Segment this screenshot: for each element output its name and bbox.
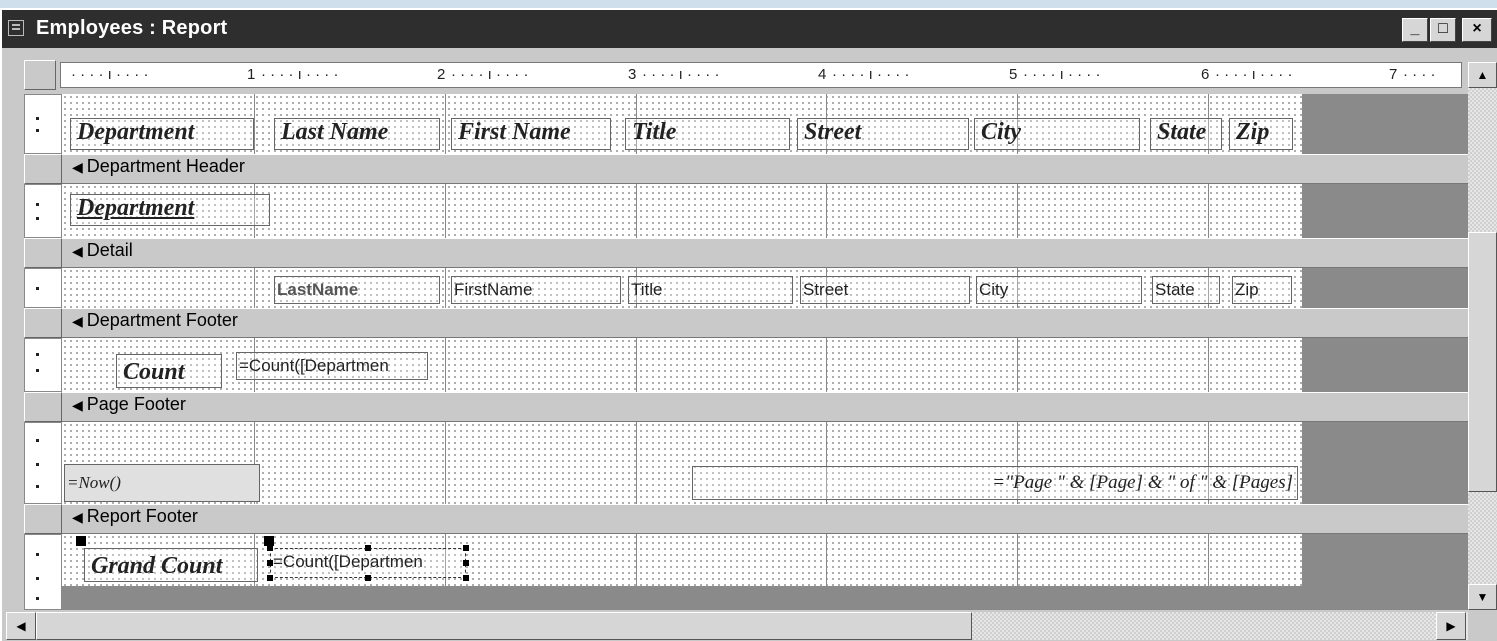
close-button[interactable]: × [1462, 18, 1492, 42]
textbox-grand-count-expression[interactable]: =Count([Departmen [270, 548, 466, 578]
ruler-mark-6: 6 [1201, 66, 1210, 83]
department-footer-section[interactable]: Count =Count([Departmen [62, 338, 1468, 392]
resize-handle-icon[interactable] [267, 575, 273, 581]
ruler-mark-3: 3 [628, 66, 637, 83]
band-label: Report Footer [86, 506, 198, 526]
label-first-name[interactable]: First Name [451, 118, 611, 150]
field-city[interactable]: City [976, 276, 1142, 304]
band-label: Department Footer [86, 310, 238, 330]
label-department[interactable]: Department [70, 118, 254, 150]
label-count[interactable]: Count [116, 354, 222, 388]
label-state[interactable]: State [1150, 118, 1222, 150]
band-report-footer[interactable]: ◀ Report Footer [62, 504, 1468, 534]
resize-handle-icon[interactable] [463, 575, 469, 581]
page-header-section[interactable]: Department Last Name First Name Title St… [62, 94, 1468, 154]
ruler-mark-4: 4 [818, 66, 827, 83]
resize-handle-icon[interactable] [463, 560, 469, 566]
field-state[interactable]: State [1152, 276, 1220, 304]
page-footer-section[interactable]: =Now() ="Page " & [Page] & " of " & [Pag… [62, 422, 1468, 504]
vruler-dept-footer[interactable] [24, 338, 62, 392]
band-label: Detail [86, 240, 133, 260]
textbox-count-expression[interactable]: =Count([Departmen [236, 352, 428, 380]
department-header-section[interactable]: Department [62, 184, 1468, 238]
maximize-button[interactable]: □ [1430, 18, 1456, 42]
label-grand-count[interactable]: Grand Count [84, 548, 258, 582]
section-arrow-icon: ◀ [72, 243, 83, 259]
vertical-scrollbar[interactable]: ▲ ▼ [1468, 62, 1497, 610]
horizontal-ruler[interactable]: · · · · ı · · · · 1 · · · · ı · · · · 2 … [60, 62, 1462, 88]
vruler-bar[interactable] [24, 238, 62, 268]
vruler-dept-header[interactable] [24, 184, 62, 238]
ruler-dots: · · · · ı · · · · [261, 66, 339, 83]
vruler-bar[interactable] [24, 154, 62, 184]
resize-handle-icon[interactable] [365, 575, 371, 581]
scroll-thumb[interactable] [1468, 232, 1497, 492]
scroll-up-button[interactable]: ▲ [1468, 62, 1497, 88]
ruler-dots: · · · · [1403, 66, 1436, 83]
select-report-corner[interactable] [24, 60, 56, 90]
vruler-detail[interactable] [24, 268, 62, 308]
scroll-left-button[interactable]: ◀ [6, 612, 36, 640]
vruler-bar[interactable] [24, 504, 62, 534]
band-department-header[interactable]: ◀ Department Header [62, 154, 1468, 184]
report-footer-section[interactable]: Grand Count =Count([Departmen [62, 534, 1468, 586]
ruler-dots: · · · · ı · · · · [1215, 66, 1293, 83]
vruler-page-footer[interactable] [24, 422, 62, 504]
band-label: Department Header [86, 156, 245, 176]
section-arrow-icon: ◀ [72, 313, 83, 329]
ruler-dots: · · · · ı · · · · [451, 66, 529, 83]
report-design-surface: Department Last Name First Name Title St… [62, 94, 1468, 610]
horizontal-scrollbar[interactable]: ◀ ▶ [6, 612, 1468, 640]
resize-handle-icon[interactable] [267, 560, 273, 566]
band-detail[interactable]: ◀ Detail [62, 238, 1468, 268]
section-arrow-icon: ◀ [72, 397, 83, 413]
minimize-button[interactable]: _ [1402, 18, 1428, 42]
field-title[interactable]: Title [628, 276, 793, 304]
vruler-bar[interactable] [24, 392, 62, 422]
field-street[interactable]: Street [800, 276, 970, 304]
ruler-mark-1: 1 [247, 66, 256, 83]
scroll-right-button[interactable]: ▶ [1436, 612, 1466, 640]
label-street[interactable]: Street [797, 118, 969, 150]
band-department-footer[interactable]: ◀ Department Footer [62, 308, 1468, 338]
ruler-mark-5: 5 [1009, 66, 1018, 83]
report-design-window: Employees : Report _ □ × · · · · ı · · ·… [0, 8, 1497, 641]
band-label: Page Footer [86, 394, 186, 414]
field-lastname[interactable]: LastName [274, 276, 440, 304]
label-title[interactable]: Title [625, 118, 790, 150]
detail-section[interactable]: LastName FirstName Title Street City Sta… [62, 268, 1468, 308]
report-icon[interactable] [8, 20, 24, 36]
window-title: Employees : Report [36, 17, 228, 39]
ruler-dots: · · · · ı · · · · [1023, 66, 1101, 83]
vruler-page-header[interactable] [24, 94, 62, 154]
ruler-mark-7: 7 [1389, 66, 1398, 83]
hscroll-thumb[interactable] [36, 612, 972, 640]
label-zip[interactable]: Zip [1229, 118, 1293, 150]
label-city[interactable]: City [974, 118, 1140, 150]
textbox-now[interactable]: =Now() [64, 464, 260, 502]
ruler-dots: · · · · ı · · · · [71, 66, 149, 83]
section-arrow-icon: ◀ [72, 509, 83, 525]
ruler-mark-2: 2 [437, 66, 446, 83]
hscroll-track[interactable] [972, 612, 1436, 640]
field-zip[interactable]: Zip [1232, 276, 1292, 304]
band-page-footer[interactable]: ◀ Page Footer [62, 392, 1468, 422]
vertical-ruler [24, 94, 62, 610]
resize-handle-icon[interactable] [365, 545, 371, 551]
label-last-name[interactable]: Last Name [274, 118, 440, 150]
vruler-bar[interactable] [24, 308, 62, 338]
title-bar[interactable]: Employees : Report _ □ × [2, 10, 1497, 48]
field-firstname[interactable]: FirstName [451, 276, 621, 304]
ruler-dots: · · · · ı · · · · [832, 66, 910, 83]
scroll-down-button[interactable]: ▼ [1468, 584, 1497, 610]
field-department[interactable]: Department [70, 194, 270, 226]
move-handle-icon[interactable] [76, 536, 86, 546]
vruler-report-footer[interactable] [24, 534, 62, 610]
textbox-page-of-pages[interactable]: ="Page " & [Page] & " of " & [Pages] [692, 466, 1298, 500]
ruler-dots: · · · · ı · · · · [642, 66, 720, 83]
section-arrow-icon: ◀ [72, 159, 83, 175]
resize-handle-icon[interactable] [463, 545, 469, 551]
resize-handle-icon[interactable] [267, 545, 273, 551]
